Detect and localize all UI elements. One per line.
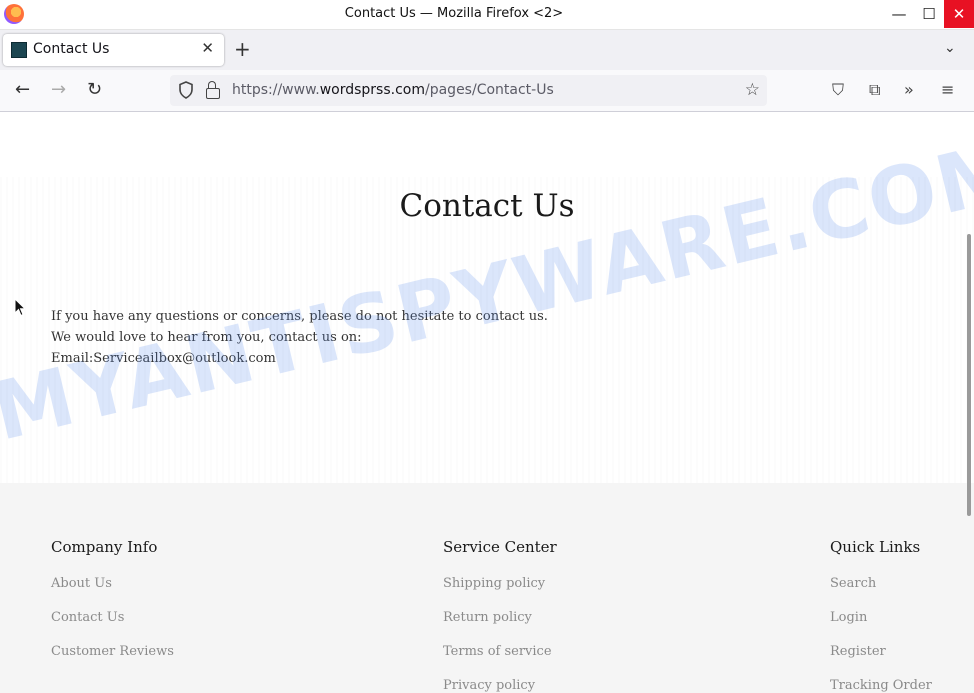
window-title: Contact Us — Mozilla Firefox <2> [344,6,564,21]
url-bar[interactable]: https://www.wordsprss.com/pages/Contact-… [170,75,767,106]
close-window-button[interactable]: ✕ [944,0,974,28]
vertical-scrollbar[interactable] [967,234,971,516]
footer-link-contact[interactable]: Contact Us [51,610,174,644]
footer-link-return[interactable]: Return policy [443,610,557,644]
site-favicon-icon [11,42,27,58]
footer-link-privacy[interactable]: Privacy policy [443,678,557,693]
minimize-button[interactable]: — [884,0,914,28]
footer-heading: Quick Links [830,538,921,556]
maximize-button[interactable]: ☐ [914,0,944,28]
footer-link-about[interactable]: About Us [51,576,174,610]
footer-link-register[interactable]: Register [830,644,932,678]
back-button[interactable]: ← [15,79,30,100]
footer-company-column: Company Info About Us Contact Us Custome… [51,538,174,678]
shield-icon[interactable] [178,81,194,99]
pocket-icon[interactable]: ⛉ [832,80,844,100]
tab-contact-us[interactable]: Contact Us ✕ [3,34,224,66]
navigation-bar: ← → ↻ https://www.wordsprss.com/pages/Co… [0,70,974,112]
footer-link-tracking[interactable]: Tracking Order [830,678,932,693]
footer-link-login[interactable]: Login [830,610,932,644]
url-path: /pages/Contact-Us [425,82,554,98]
footer-link-reviews[interactable]: Customer Reviews [51,644,174,678]
footer-link-shipping[interactable]: Shipping policy [443,576,557,610]
url-domain: wordsprss.com [319,82,425,98]
tab-title: Contact Us [33,41,110,57]
page-content: Contact Us If you have any questions or … [0,112,974,693]
footer-quick-links-column: Quick Links Search Login Register Tracki… [830,538,932,693]
footer-service-column: Service Center Shipping policy Return po… [443,538,557,693]
title-bar: Contact Us — Mozilla Firefox <2> — ☐ ✕ [0,0,974,30]
footer: Company Info About Us Contact Us Custome… [0,483,974,693]
footer-heading: Company Info [51,538,158,556]
footer-link-search[interactable]: Search [830,576,932,610]
new-tab-button[interactable]: + [234,38,251,60]
overflow-menu-icon[interactable]: » [904,80,914,99]
footer-heading: Service Center [443,538,557,556]
forward-button[interactable]: → [51,79,66,100]
mouse-cursor-icon [14,298,26,317]
url-text[interactable]: https://www.wordsprss.com/pages/Contact-… [232,82,554,98]
footer-link-terms[interactable]: Terms of service [443,644,557,678]
reload-button[interactable]: ↻ [87,79,102,100]
lock-icon[interactable] [206,81,220,99]
bookmark-star-icon[interactable]: ☆ [745,80,760,100]
list-all-tabs-icon[interactable]: ⌄ [944,40,956,56]
url-prefix: https://www. [232,82,320,98]
tab-close-icon[interactable]: ✕ [201,39,214,57]
extensions-icon[interactable]: ⧉ [869,80,880,100]
hamburger-menu-icon[interactable]: ≡ [941,80,954,99]
tab-strip: Contact Us ✕ + ⌄ [0,30,974,70]
